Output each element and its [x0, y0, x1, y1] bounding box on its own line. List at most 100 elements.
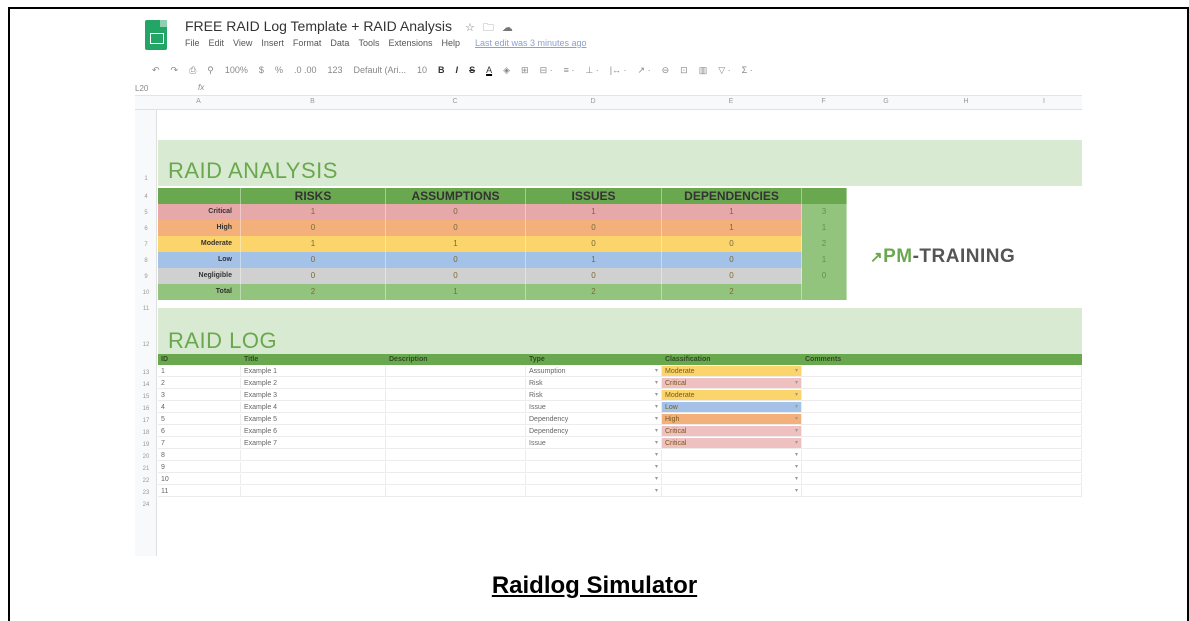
log-cell-title[interactable]: Example 6: [241, 426, 386, 436]
dropdown-arrow-icon[interactable]: ▾: [795, 414, 798, 424]
log-cell-classification[interactable]: Moderate ▾: [662, 390, 802, 400]
font-size-select[interactable]: 10: [417, 65, 427, 75]
col-header-e[interactable]: E: [661, 98, 801, 105]
zoom-select[interactable]: 100%: [225, 65, 248, 75]
text-wrap-icon[interactable]: |↔ ·: [610, 65, 627, 75]
log-cell-classification[interactable]: Critical ▾: [662, 426, 802, 436]
dropdown-arrow-icon[interactable]: ▾: [655, 438, 658, 448]
analysis-cell[interactable]: 0: [386, 220, 526, 236]
log-cell-description[interactable]: [386, 474, 526, 484]
log-cell-title[interactable]: Example 1: [241, 366, 386, 376]
row-number[interactable]: 16: [135, 406, 157, 412]
row-number[interactable]: 1: [135, 176, 157, 182]
log-cell-title[interactable]: [241, 486, 386, 496]
analysis-cell[interactable]: 0: [526, 220, 662, 236]
row-number[interactable]: 18: [135, 430, 157, 436]
row-number[interactable]: 17: [135, 418, 157, 424]
dropdown-arrow-icon[interactable]: ▾: [795, 366, 798, 376]
analysis-row-label[interactable]: Moderate: [158, 236, 241, 252]
analysis-cell[interactable]: 1: [386, 284, 526, 300]
vertical-align-icon[interactable]: ⊥ ·: [585, 65, 598, 76]
dropdown-arrow-icon[interactable]: ▾: [795, 390, 798, 400]
log-cell-id[interactable]: 10: [158, 474, 241, 484]
log-cell-comments[interactable]: [802, 438, 1082, 448]
menu-edit[interactable]: Edit: [209, 38, 225, 48]
log-cell-comments[interactable]: [802, 402, 1082, 412]
log-cell-classification[interactable]: ▾: [662, 462, 802, 472]
log-cell-id[interactable]: 5: [158, 414, 241, 424]
dropdown-arrow-icon[interactable]: ▾: [795, 378, 798, 388]
analysis-cell[interactable]: 1: [662, 204, 802, 220]
log-cell-type[interactable]: ▾: [526, 474, 662, 484]
undo-icon[interactable]: ↶: [152, 65, 160, 76]
dropdown-arrow-icon[interactable]: ▾: [655, 426, 658, 436]
log-cell-description[interactable]: [386, 438, 526, 448]
log-cell-classification[interactable]: Low ▾: [662, 402, 802, 412]
log-cell-type[interactable]: ▾: [526, 450, 662, 460]
analysis-cell[interactable]: 1: [526, 252, 662, 268]
analysis-cell[interactable]: 0: [662, 252, 802, 268]
log-cell-title[interactable]: [241, 462, 386, 472]
log-cell-type[interactable]: Dependency ▾: [526, 426, 662, 436]
row-number[interactable]: 13: [135, 370, 157, 376]
currency-button[interactable]: $: [259, 65, 264, 75]
log-cell-id[interactable]: 8: [158, 450, 241, 460]
log-cell-title[interactable]: Example 4: [241, 402, 386, 412]
log-cell-id[interactable]: 11: [158, 486, 241, 496]
log-cell-classification[interactable]: Critical ▾: [662, 378, 802, 388]
log-cell-id[interactable]: 9: [158, 462, 241, 472]
log-cell-description[interactable]: [386, 366, 526, 376]
bold-button[interactable]: B: [438, 65, 445, 75]
analysis-cell[interactable]: 2: [241, 284, 386, 300]
filter-icon[interactable]: ▽ ·: [718, 65, 730, 76]
print-icon[interactable]: ⎙: [189, 65, 196, 76]
analysis-sum-cell[interactable]: 0: [802, 268, 847, 284]
dropdown-arrow-icon[interactable]: ▾: [795, 462, 798, 472]
menu-insert[interactable]: Insert: [261, 38, 284, 48]
col-header-f[interactable]: F: [801, 98, 846, 105]
analysis-cell[interactable]: 0: [526, 236, 662, 252]
menu-file[interactable]: File: [185, 38, 200, 48]
log-cell-title[interactable]: [241, 474, 386, 484]
analysis-cell[interactable]: 1: [241, 236, 386, 252]
decimals-button[interactable]: .0 .00: [294, 65, 317, 75]
log-cell-description[interactable]: [386, 378, 526, 388]
horizontal-align-icon[interactable]: ≡ ·: [564, 65, 575, 75]
log-cell-title[interactable]: Example 7: [241, 438, 386, 448]
col-header-d[interactable]: D: [525, 98, 661, 105]
log-cell-title[interactable]: [241, 450, 386, 460]
analysis-cell[interactable]: 0: [241, 220, 386, 236]
menu-format[interactable]: Format: [293, 38, 322, 48]
cloud-icon[interactable]: ☁: [502, 22, 521, 34]
dropdown-arrow-icon[interactable]: ▾: [655, 378, 658, 388]
col-header-a[interactable]: A: [157, 98, 240, 105]
dropdown-arrow-icon[interactable]: ▾: [655, 450, 658, 460]
row-number[interactable]: 10: [135, 290, 157, 296]
analysis-row-label[interactable]: Total: [158, 284, 241, 300]
log-cell-id[interactable]: 1: [158, 366, 241, 376]
text-rotate-icon[interactable]: ↗ ·: [638, 65, 651, 76]
last-edit-link[interactable]: Last edit was 3 minutes ago: [475, 38, 587, 48]
cell-reference-box[interactable]: L20: [135, 84, 148, 93]
dropdown-arrow-icon[interactable]: ▾: [795, 426, 798, 436]
analysis-cell[interactable]: 1: [662, 220, 802, 236]
sheets-logo-icon[interactable]: [145, 20, 167, 50]
analysis-cell[interactable]: 0: [241, 268, 386, 284]
dropdown-arrow-icon[interactable]: ▾: [655, 366, 658, 376]
menu-extensions[interactable]: Extensions: [388, 38, 432, 48]
row-number[interactable]: 14: [135, 382, 157, 388]
menu-tools[interactable]: Tools: [358, 38, 379, 48]
dropdown-arrow-icon[interactable]: ▾: [655, 486, 658, 496]
col-header-c[interactable]: C: [385, 98, 525, 105]
analysis-cell[interactable]: 0: [241, 252, 386, 268]
dropdown-arrow-icon[interactable]: ▾: [655, 462, 658, 472]
row-number[interactable]: 19: [135, 442, 157, 448]
comment-icon[interactable]: ⊡: [680, 65, 688, 76]
row-number[interactable]: 5: [135, 210, 157, 216]
log-cell-comments[interactable]: [802, 474, 1082, 484]
text-color-button[interactable]: A: [486, 65, 492, 75]
log-cell-classification[interactable]: ▾: [662, 486, 802, 496]
log-cell-comments[interactable]: [802, 366, 1082, 376]
log-cell-description[interactable]: [386, 414, 526, 424]
analysis-sum-cell[interactable]: [802, 284, 847, 300]
